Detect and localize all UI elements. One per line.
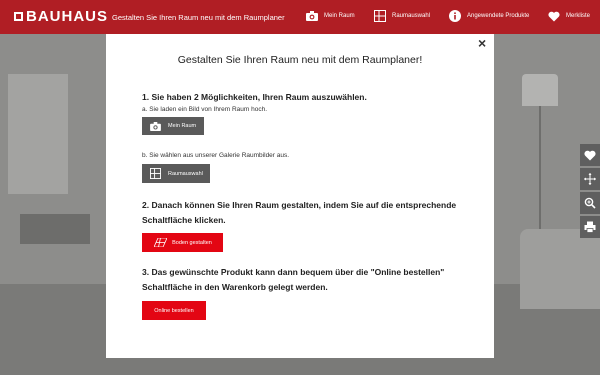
- raumauswahl-button[interactable]: Raumauswahl: [142, 164, 210, 183]
- camera-icon: [306, 10, 318, 22]
- nav-angewendete-produkte-label: Angewendete Produkte: [467, 13, 530, 19]
- step1-a-text: a. Sie laden ein Bild von Ihrem Raum hoc…: [142, 106, 268, 113]
- nav-angewendete-produkte[interactable]: Angewendete Produkte: [449, 10, 529, 22]
- room-grid-icon: [374, 10, 386, 22]
- logo-mark: [14, 12, 23, 21]
- header-tagline: Gestalten Sie Ihren Raum neu mit dem Rau…: [112, 13, 285, 22]
- boden-gestalten-button-label: Boden gestalten: [172, 239, 212, 246]
- info-icon: [449, 10, 461, 22]
- room-window: [8, 74, 68, 194]
- raumauswahl-button-label: Raumauswahl: [168, 170, 203, 177]
- header-bar: BAUHAUS Gestalten Sie Ihren Raum neu mit…: [0, 0, 600, 34]
- step2-heading-line1: 2. Danach können Sie Ihren Raum gestalte…: [142, 200, 457, 210]
- mein-raum-button[interactable]: Mein Raum: [142, 117, 204, 135]
- heart-plus-icon[interactable]: [580, 144, 600, 166]
- step3-heading-line2: Schaltfläche in den Warenkorb gelegt wer…: [142, 282, 328, 292]
- room-shelf: [20, 214, 90, 244]
- bauhaus-logo[interactable]: BAUHAUS: [14, 8, 108, 25]
- zoom-icon[interactable]: [580, 192, 600, 214]
- step2-heading-line2: Schaltfläche klicken.: [142, 215, 226, 225]
- boden-gestalten-button[interactable]: Boden gestalten: [142, 233, 223, 252]
- nav-merkliste-label: Merkliste: [566, 13, 591, 19]
- online-bestellen-button[interactable]: Online bestellen: [142, 301, 206, 320]
- logo-text: BAUHAUS: [26, 8, 108, 25]
- tool-strip: [580, 144, 600, 240]
- raumplaner-intro-modal: × Gestalten Sie Ihren Raum neu mit dem R…: [106, 34, 494, 358]
- nav-raumauswahl[interactable]: Raumauswahl: [374, 10, 430, 22]
- step1-b-text: b. Sie wählen aus unserer Galerie Raumbi…: [142, 152, 290, 159]
- room-lamp-pole: [539, 106, 541, 246]
- nav-mein-raum[interactable]: Mein Raum: [306, 10, 355, 22]
- camera-icon: [148, 120, 162, 132]
- room-sofa: [520, 229, 600, 309]
- heart-icon: [548, 10, 560, 22]
- room-grid-icon: [148, 168, 162, 180]
- nav-raumauswahl-label: Raumauswahl: [392, 13, 431, 19]
- move-icon[interactable]: [580, 168, 600, 190]
- online-bestellen-button-label: Online bestellen: [154, 307, 194, 314]
- nav-merkliste[interactable]: Merkliste: [548, 10, 590, 22]
- floor-tiles-icon: [153, 237, 167, 249]
- mein-raum-button-label: Mein Raum: [168, 123, 197, 129]
- step1-heading: 1. Sie haben 2 Möglichkeiten, Ihren Raum…: [142, 92, 367, 102]
- modal-title: Gestalten Sie Ihren Raum neu mit dem Rau…: [177, 54, 423, 66]
- step3-heading-line1: 3. Das gewünschte Produkt kann dann bequ…: [142, 267, 445, 277]
- print-icon[interactable]: [580, 216, 600, 238]
- nav-mein-raum-label: Mein Raum: [324, 13, 355, 19]
- room-lamp: [522, 74, 558, 106]
- close-icon[interactable]: ×: [478, 36, 486, 50]
